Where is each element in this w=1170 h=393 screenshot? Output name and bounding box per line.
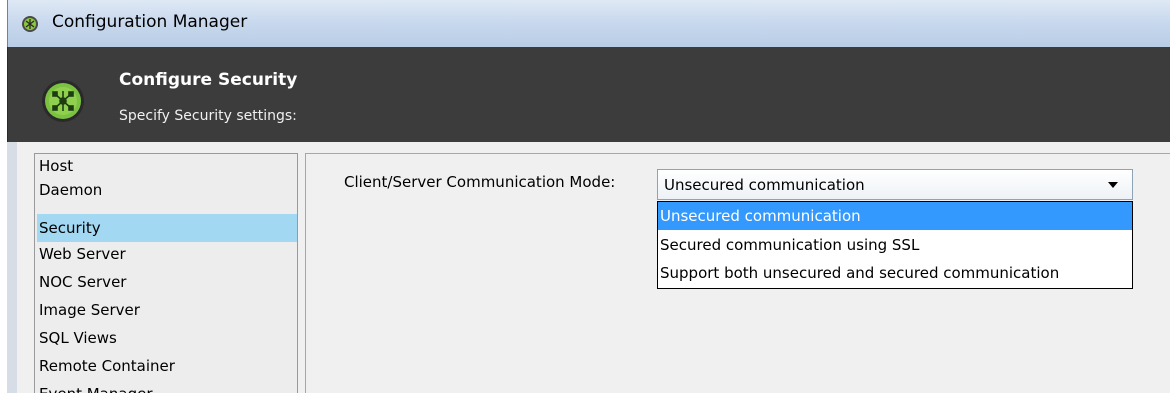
comm-mode-dropdown: Unsecured communication Secured communic…	[657, 201, 1133, 289]
title-bar: Configuration Manager	[7, 0, 1170, 47]
option-ssl[interactable]: Secured communication using SSL	[658, 231, 1132, 259]
sidebar-item-remote-container[interactable]: Remote Container	[37, 354, 297, 378]
page-title: Configure Security	[119, 70, 298, 90]
comm-mode-select[interactable]: Unsecured communication	[657, 169, 1133, 200]
sidebar-item-security[interactable]: Security	[37, 214, 297, 242]
content-area: Host Daemon Security Web Server NOC Serv…	[7, 142, 1170, 393]
option-unsecured[interactable]: Unsecured communication	[658, 202, 1132, 230]
wizard-header: Configure Security Specify Security sett…	[7, 47, 1170, 142]
sidebar-item-image-server[interactable]: Image Server	[37, 298, 297, 322]
window-edge	[7, 142, 17, 393]
sidebar-item-host[interactable]: Host	[37, 154, 297, 178]
page-subtitle: Specify Security settings:	[119, 108, 297, 124]
network-icon	[42, 80, 84, 122]
sidebar-item-daemon[interactable]: Daemon	[37, 178, 297, 202]
settings-sidebar: Host Daemon Security Web Server NOC Serv…	[34, 153, 298, 393]
chevron-down-icon[interactable]	[1108, 182, 1118, 188]
app-window: Configuration Manager Configure Security…	[7, 0, 1170, 393]
sidebar-item-sql-views[interactable]: SQL Views	[37, 326, 297, 350]
comm-mode-value: Unsecured communication	[664, 176, 865, 194]
comm-mode-label: Client/Server Communication Mode:	[344, 173, 616, 191]
sidebar-item-event-manager[interactable]: Event Manager	[37, 382, 297, 393]
option-both[interactable]: Support both unsecured and secured commu…	[658, 259, 1132, 287]
sidebar-item-noc-server[interactable]: NOC Server	[37, 270, 297, 294]
window-title: Configuration Manager	[52, 12, 248, 32]
app-logo-icon	[22, 16, 38, 32]
settings-pane: Client/Server Communication Mode: Unsecu…	[306, 153, 1170, 393]
sidebar-item-web-server[interactable]: Web Server	[37, 242, 297, 266]
